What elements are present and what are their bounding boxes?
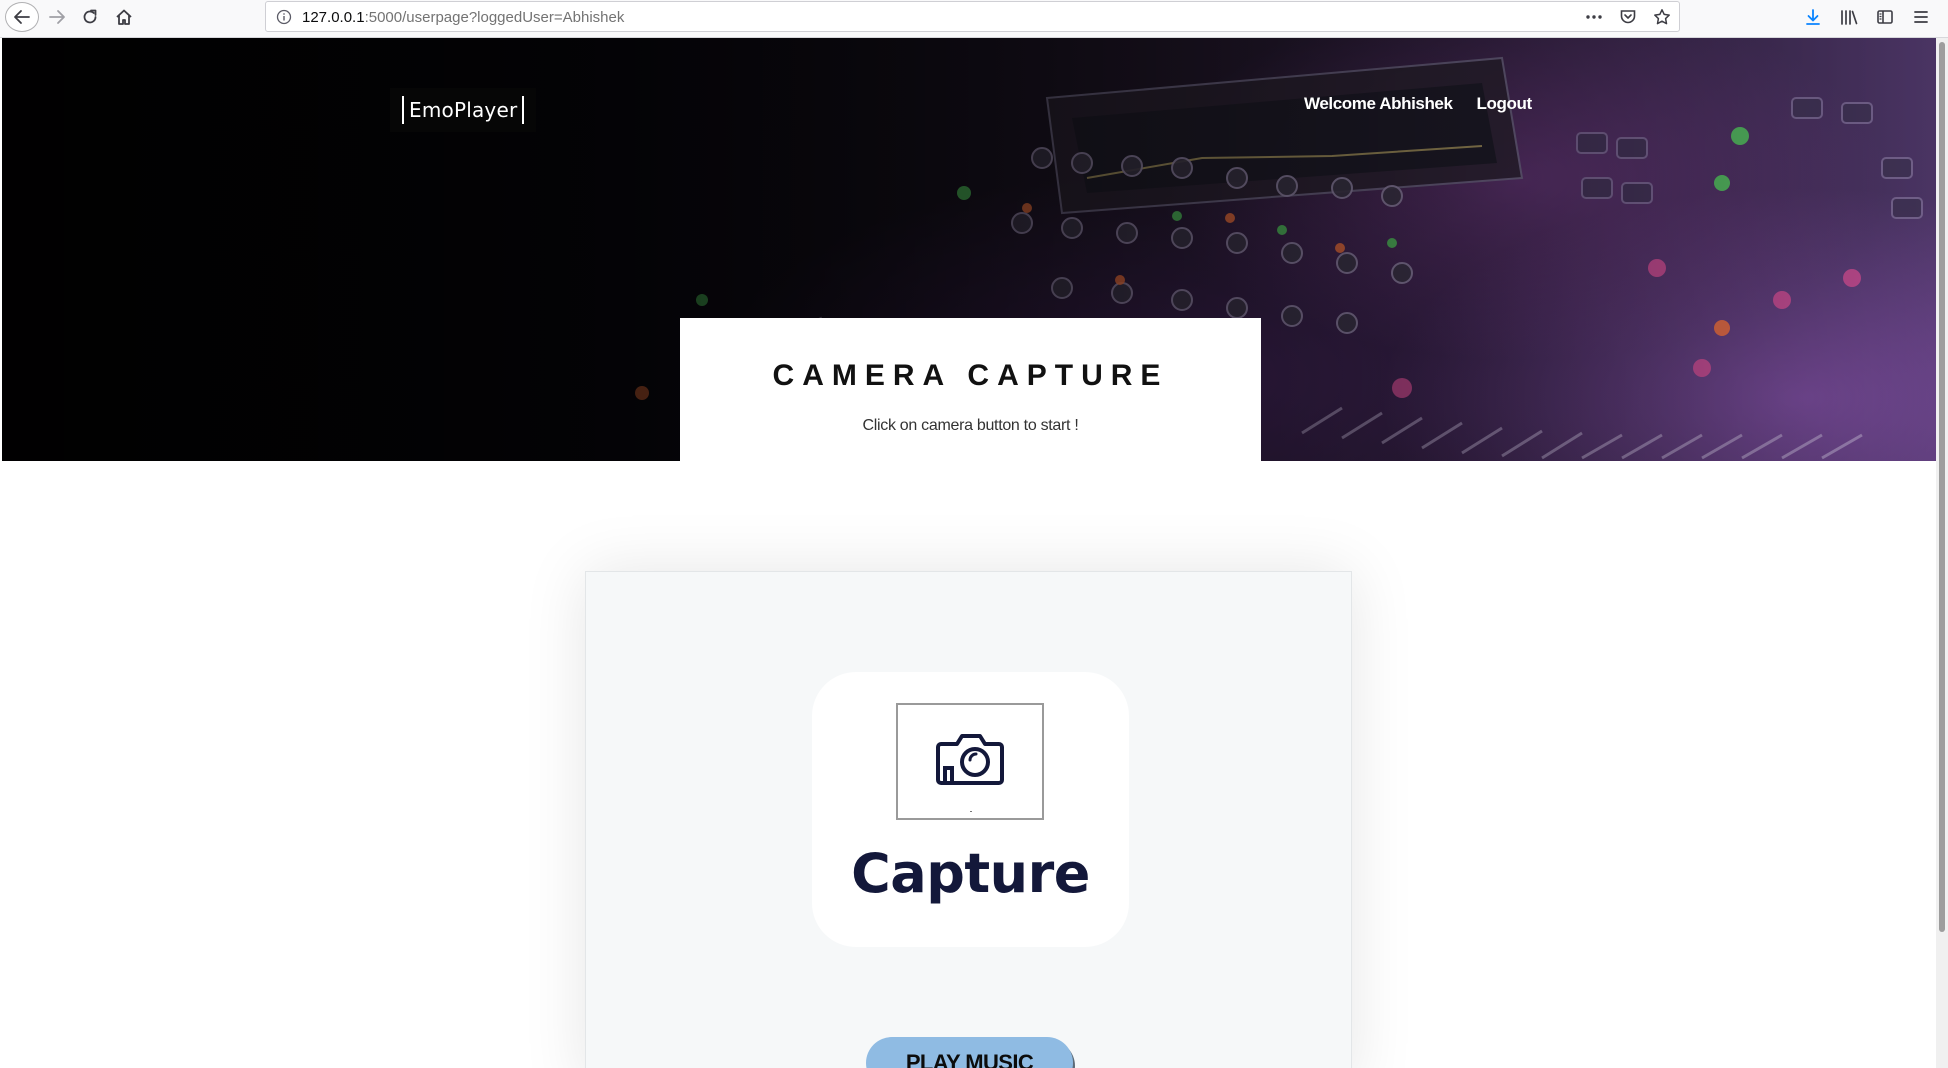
browser-toolbar: 127.0.0.1:5000/userpage?loggedUser=Abhis… — [0, 0, 1948, 38]
capture-panel: Capture PLAY MUSIC — [585, 571, 1352, 1068]
hero-banner: EmoPlayer Welcome Abhishek Logout CAMERA… — [2, 38, 1936, 461]
capture-button[interactable]: Capture — [812, 672, 1129, 947]
page-scrollbar[interactable] — [1936, 38, 1948, 1068]
url-actions — [1585, 6, 1671, 28]
camera-frame-dot — [970, 811, 972, 812]
home-icon — [115, 8, 133, 26]
reload-icon — [81, 8, 99, 26]
download-icon[interactable] — [1802, 6, 1824, 28]
url-path: :5000/userpage?loggedUser=Abhishek — [364, 9, 625, 26]
bookmark-star-icon[interactable] — [1653, 8, 1671, 26]
url-text[interactable]: 127.0.0.1:5000/userpage?loggedUser=Abhis… — [302, 9, 624, 26]
page-subtitle: Click on camera button to start ! — [862, 417, 1079, 434]
camera-frame — [896, 703, 1044, 820]
back-icon — [13, 8, 31, 26]
forward-icon — [48, 8, 66, 26]
url-host: 127.0.0.1 — [302, 9, 365, 26]
page-viewport: EmoPlayer Welcome Abhishek Logout CAMERA… — [0, 38, 1936, 1068]
camera-icon — [935, 730, 1005, 793]
forward-button[interactable] — [44, 0, 70, 34]
browser-right-tools — [1802, 6, 1932, 28]
page-title: CAMERA CAPTURE — [772, 359, 1169, 392]
scrollbar-thumb[interactable] — [1939, 42, 1945, 932]
welcome-user-link[interactable]: Welcome Abhishek — [1304, 94, 1453, 114]
back-button[interactable] — [5, 2, 39, 32]
page-info-icon[interactable] — [276, 9, 292, 25]
capture-label: Capture — [851, 842, 1090, 905]
top-nav: Welcome Abhishek Logout — [1304, 94, 1532, 114]
logout-link[interactable]: Logout — [1477, 94, 1533, 114]
home-button[interactable] — [111, 0, 137, 34]
pocket-icon[interactable] — [1619, 8, 1637, 26]
sidebar-icon[interactable] — [1874, 6, 1896, 28]
hero-title-card: CAMERA CAPTURE Click on camera button to… — [680, 318, 1261, 461]
menu-icon[interactable] — [1910, 6, 1932, 28]
url-bar[interactable]: 127.0.0.1:5000/userpage?loggedUser=Abhis… — [265, 1, 1680, 32]
library-icon[interactable] — [1838, 6, 1860, 28]
more-actions-icon[interactable] — [1585, 8, 1603, 26]
play-music-button[interactable]: PLAY MUSIC — [866, 1037, 1073, 1068]
brand-bar-right — [522, 96, 525, 124]
reload-button[interactable] — [77, 0, 103, 34]
brand-name: EmoPlayer — [409, 98, 518, 122]
brand-logo[interactable]: EmoPlayer — [390, 88, 537, 132]
